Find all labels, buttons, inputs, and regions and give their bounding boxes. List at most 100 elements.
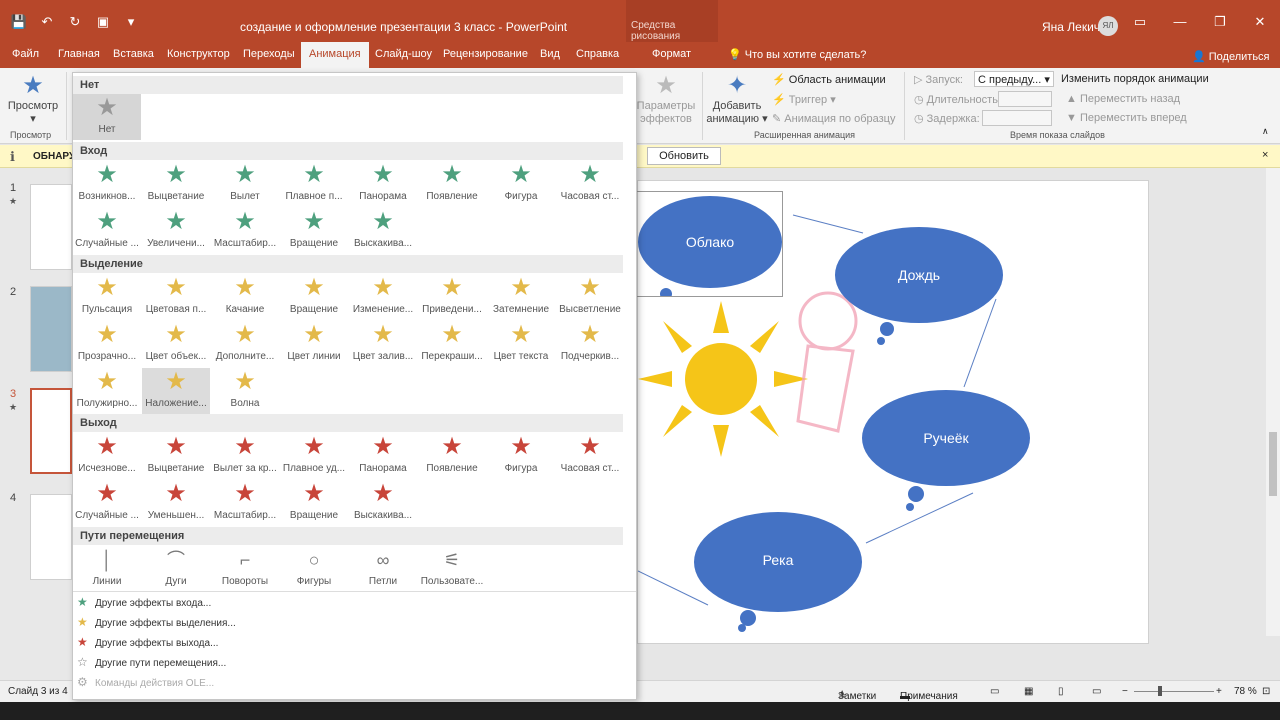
cloud-shape-reka[interactable]: Река [692, 510, 864, 632]
motion-path-4[interactable]: ○ Фигуры [280, 546, 348, 592]
add-animation-button[interactable]: ✦ Добавить анимацию ▾ [704, 72, 770, 126]
emphasis-effect-11[interactable]: ★ Дополните... [211, 321, 279, 367]
emphasis-effect-2[interactable]: ★ Цветовая п... [142, 274, 210, 320]
slide-thumbnail-1[interactable] [30, 184, 72, 270]
animation-pane-button[interactable]: ⚡ Область анимации [772, 73, 886, 86]
entrance-effect-6[interactable]: ★ Появление [418, 161, 486, 207]
tab-animations[interactable]: Анимация [301, 42, 369, 68]
entrance-effect-13[interactable]: ★ Выскакива... [349, 208, 417, 254]
update-button[interactable]: Обновить [647, 147, 721, 165]
tab-file[interactable]: Файл [12, 48, 39, 60]
trigger-button[interactable]: ⚡ Триггер ▾ [772, 93, 836, 106]
more-entrance-effects[interactable]: ★ Другие эффекты входа... [77, 595, 211, 609]
emphasis-effect-12[interactable]: ★ Цвет линии [280, 321, 348, 367]
emphasis-effect-17[interactable]: ★ Полужирно... [73, 368, 141, 414]
emphasis-effect-15[interactable]: ★ Цвет текста [487, 321, 555, 367]
more-emphasis-effects[interactable]: ★ Другие эффекты выделения... [77, 615, 236, 629]
emphasis-effect-1[interactable]: ★ Пульсация [73, 274, 141, 320]
entrance-effect-2[interactable]: ★ Выцветание [142, 161, 210, 207]
tab-help[interactable]: Справка [576, 48, 619, 60]
zoom-level[interactable]: 78 % [1234, 686, 1257, 697]
exit-effect-3[interactable]: ★ Вылет за кр... [211, 433, 279, 479]
move-later-button[interactable]: ▼ Переместить вперед [1066, 112, 1187, 124]
slide-thumbnail-3[interactable] [30, 388, 72, 474]
tab-insert[interactable]: Вставка [113, 48, 154, 60]
preview-button[interactable]: ★ Просмотр ▾ [4, 72, 62, 126]
zoom-in-icon[interactable]: + [1216, 686, 1222, 697]
exit-effect-8[interactable]: ★ Часовая ст... [556, 433, 624, 479]
cloud-shape-ruchek[interactable]: Ручеёк [860, 388, 1032, 511]
entrance-effect-8[interactable]: ★ Часовая ст... [556, 161, 624, 207]
customize-qat-icon[interactable]: ▾ [122, 14, 140, 30]
effect-options-button[interactable]: ★ Параметры эффектов [634, 72, 698, 126]
tab-format[interactable]: Формат [652, 48, 691, 60]
emphasis-effect-3[interactable]: ★ Качание [211, 274, 279, 320]
exit-effect-6[interactable]: ★ Появление [418, 433, 486, 479]
exit-effect-13[interactable]: ★ Выскакива... [349, 480, 417, 526]
emphasis-effect-5[interactable]: ★ Изменение... [349, 274, 417, 320]
tab-design[interactable]: Конструктор [167, 48, 230, 60]
vertical-scrollbar[interactable] [1266, 168, 1280, 636]
entrance-effect-7[interactable]: ★ Фигура [487, 161, 555, 207]
motion-path-5[interactable]: ∞ Петли [349, 546, 417, 592]
tab-transitions[interactable]: Переходы [243, 48, 295, 60]
motion-path-3[interactable]: ⌐ Повороты [211, 546, 279, 592]
more-motion-paths[interactable]: ☆ Другие пути перемещения... [77, 655, 226, 669]
emphasis-effect-6[interactable]: ★ Приведени... [418, 274, 486, 320]
ole-action-verbs[interactable]: ⚙ Команды действия OLE... [77, 675, 214, 689]
entrance-effect-11[interactable]: ★ Масштабир... [211, 208, 279, 254]
exit-effect-4[interactable]: ★ Плавное уд... [280, 433, 348, 479]
save-icon[interactable]: 💾 [10, 14, 28, 30]
exit-effect-10[interactable]: ★ Уменьшен... [142, 480, 210, 526]
tab-home[interactable]: Главная [58, 48, 100, 60]
avatar[interactable]: ЯЛ [1098, 16, 1118, 36]
scrollbar-thumb[interactable] [1269, 432, 1277, 496]
animation-painter-button[interactable]: ✎ Анимация по образцу [772, 112, 895, 125]
start-select[interactable]: С предыду... ▾ [974, 71, 1054, 87]
emphasis-effect-8[interactable]: ★ Высветление [556, 274, 624, 320]
motion-path-2[interactable]: ⌒ Дуги [142, 546, 210, 592]
tab-slideshow[interactable]: Слайд-шоу [375, 48, 432, 60]
exit-effect-2[interactable]: ★ Выцветание [142, 433, 210, 479]
exit-effect-12[interactable]: ★ Вращение [280, 480, 348, 526]
emphasis-effect-13[interactable]: ★ Цвет залив... [349, 321, 417, 367]
motion-path-1[interactable]: │ Линии [73, 546, 141, 592]
user-name[interactable]: Яна Лекич [1042, 20, 1100, 34]
emphasis-effect-10[interactable]: ★ Цвет объек... [142, 321, 210, 367]
emphasis-effect-9[interactable]: ★ Прозрачно... [73, 321, 141, 367]
reading-view-icon[interactable]: ▯ [1058, 686, 1064, 697]
exit-effect-11[interactable]: ★ Масштабир... [211, 480, 279, 526]
entrance-effect-12[interactable]: ★ Вращение [280, 208, 348, 254]
slide-thumbnail-4[interactable] [30, 494, 72, 580]
emphasis-effect-18[interactable]: ★ Наложение... [142, 368, 210, 414]
zoom-out-icon[interactable]: − [1122, 686, 1128, 697]
emphasis-effect-19[interactable]: ★ Волна [211, 368, 279, 414]
move-earlier-button[interactable]: ▲ Переместить назад [1066, 93, 1180, 105]
entrance-effect-10[interactable]: ★ Увеличени... [142, 208, 210, 254]
emphasis-effect-7[interactable]: ★ Затемнение [487, 274, 555, 320]
present-icon[interactable]: ▣ [94, 14, 112, 30]
tab-view[interactable]: Вид [540, 48, 560, 60]
emphasis-effect-14[interactable]: ★ Перекраши... [418, 321, 486, 367]
delay-input[interactable] [982, 110, 1052, 126]
close-icon[interactable]: × [1262, 149, 1268, 161]
exit-effect-5[interactable]: ★ Панорама [349, 433, 417, 479]
collapse-ribbon-icon[interactable]: ∧ [1262, 126, 1269, 137]
slide-thumbnail-2[interactable] [30, 286, 72, 372]
exit-effect-7[interactable]: ★ Фигура [487, 433, 555, 479]
cloud-shape-dozhd[interactable]: Дождь [833, 225, 1005, 345]
tell-me-box[interactable]: 💡 Что вы хотите сделать? [728, 48, 866, 61]
exit-effect-1[interactable]: ★ Исчезнове... [73, 433, 141, 479]
zoom-slider[interactable] [1134, 691, 1214, 692]
exit-effect-9[interactable]: ★ Случайные ... [73, 480, 141, 526]
duration-input[interactable] [998, 91, 1052, 107]
fit-to-window-icon[interactable]: ⊡ [1262, 686, 1270, 697]
entrance-effect-9[interactable]: ★ Случайные ... [73, 208, 141, 254]
slideshow-view-icon[interactable]: ▭ [1092, 686, 1101, 697]
slide-sorter-icon[interactable]: ▦ [1024, 686, 1033, 697]
emphasis-effect-4[interactable]: ★ Вращение [280, 274, 348, 320]
minimize-button[interactable]: — [1160, 14, 1200, 30]
close-button[interactable]: ✕ [1240, 14, 1280, 30]
effect-none[interactable]: ★ Нет [73, 94, 141, 140]
normal-view-icon[interactable]: ▭ [990, 686, 999, 697]
